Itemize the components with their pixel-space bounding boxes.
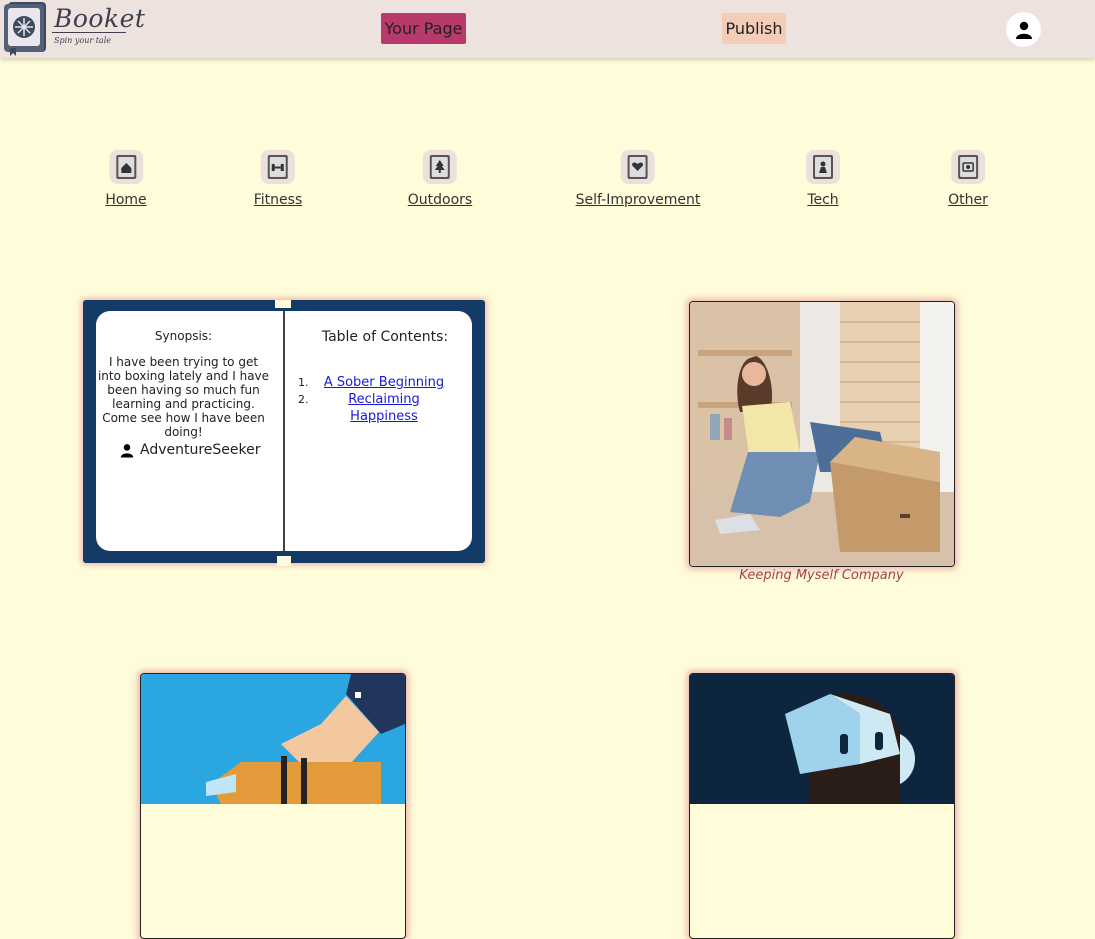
robot-icon [806,150,840,184]
category-label: Self-Improvement [575,192,701,208]
table-of-contents: 1. A Sober Beginning 2. Reclaiming Happi… [298,374,468,425]
author[interactable]: AdventureSeeker [120,442,261,458]
logo-underline [52,32,126,33]
story-card-image[interactable] [689,673,955,939]
story-card-image[interactable] [140,673,406,939]
story-card-caption[interactable]: Keeping Myself Company [689,568,954,583]
logo-title: Booket [54,4,146,33]
toc-number: 1. [298,376,309,389]
pouring-drink-illustration [141,674,405,804]
user-icon [120,443,134,457]
toc-item: 2. Reclaiming Happiness [298,391,468,425]
category-label: Outdoors [407,192,473,208]
top-header: Booket Spin your tale Your Page Publish [0,0,1095,58]
toc-number: 2. [298,393,309,406]
logo-tagline: Spin your tale [54,36,111,45]
synopsis-text: I have been trying to get into boxing la… [97,355,270,439]
tree-icon [422,150,457,184]
dumbbell-icon [261,150,295,184]
toc-title: Table of Contents: [321,329,449,345]
story-card-image[interactable] [689,301,955,567]
book-notch [277,556,291,566]
category-tech[interactable]: Tech [806,150,840,208]
book-notch [275,300,291,308]
house-icon [109,150,143,184]
category-home[interactable]: Home [105,150,147,208]
author-name: AdventureSeeker [140,442,261,458]
category-other[interactable]: Other [948,150,988,208]
woman-unpacking-illustration [690,302,954,566]
synopsis-label: Synopsis: [154,329,213,343]
category-outdoors[interactable]: Outdoors [408,150,472,208]
toc-link[interactable]: Reclaiming Happiness [314,391,468,425]
toc-item: 1. A Sober Beginning [298,374,468,391]
category-fitness[interactable]: Fitness [253,150,303,208]
category-label: Fitness [253,192,303,208]
book-spine [283,311,285,551]
category-label: Home [105,192,147,208]
your-page-button[interactable]: Your Page [381,13,466,44]
user-icon [1015,21,1032,39]
toc-link[interactable]: A Sober Beginning [314,374,468,391]
vr-headset-illustration [690,674,954,804]
category-self-improvement[interactable]: Self-Improvement [575,150,701,208]
book-snowflake-icon [4,2,46,56]
profile-button[interactable] [1006,12,1041,47]
logo[interactable] [2,0,50,62]
category-label: Tech [807,192,839,208]
category-label: Other [948,192,988,208]
publish-button[interactable]: Publish [722,13,786,44]
misc-icon [950,150,985,184]
heart-icon [620,150,655,184]
